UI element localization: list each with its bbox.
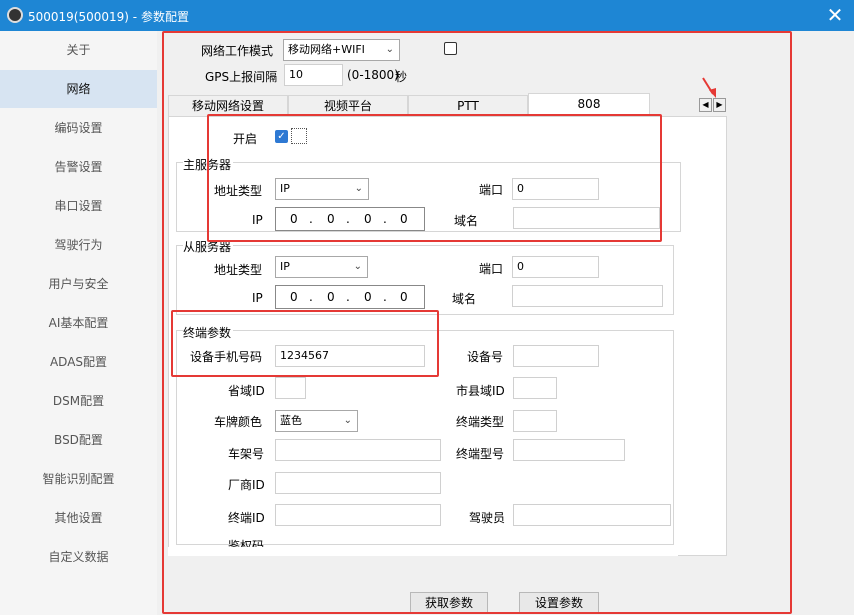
highlight-box-phone (171, 310, 439, 377)
sidebar-item-other[interactable]: 其他设置 (0, 499, 157, 537)
sidebar-item-driving[interactable]: 驾驶行为 (0, 226, 157, 264)
annotation-arrow-icon (702, 77, 716, 98)
title-bar: 500019(500019) - 参数配置 ✕ (0, 0, 854, 31)
highlight-box-main-server (207, 114, 662, 242)
sidebar-item-bsd[interactable]: BSD配置 (0, 421, 157, 459)
sidebar-item-recognition[interactable]: 智能识别配置 (0, 460, 157, 498)
sidebar-item-adas[interactable]: ADAS配置 (0, 343, 157, 381)
sidebar-item-dsm[interactable]: DSM配置 (0, 382, 157, 420)
sidebar-item-ai-basic[interactable]: AI基本配置 (0, 304, 157, 342)
sidebar-item-custom-data[interactable]: 自定义数据 (0, 538, 157, 576)
sidebar: 关于 网络 编码设置 告警设置 串口设置 驾驶行为 用户与安全 AI基本配置 A… (0, 31, 157, 615)
close-icon[interactable]: ✕ (824, 4, 846, 26)
sidebar-item-user-security[interactable]: 用户与安全 (0, 265, 157, 303)
sidebar-item-encoding[interactable]: 编码设置 (0, 109, 157, 147)
sidebar-item-network[interactable]: 网络 (0, 70, 157, 108)
window-title: 500019(500019) - 参数配置 (28, 10, 189, 24)
sidebar-item-about[interactable]: 关于 (0, 31, 157, 69)
sidebar-item-serial[interactable]: 串口设置 (0, 187, 157, 225)
app-icon (7, 7, 23, 23)
sidebar-item-alarm[interactable]: 告警设置 (0, 148, 157, 186)
